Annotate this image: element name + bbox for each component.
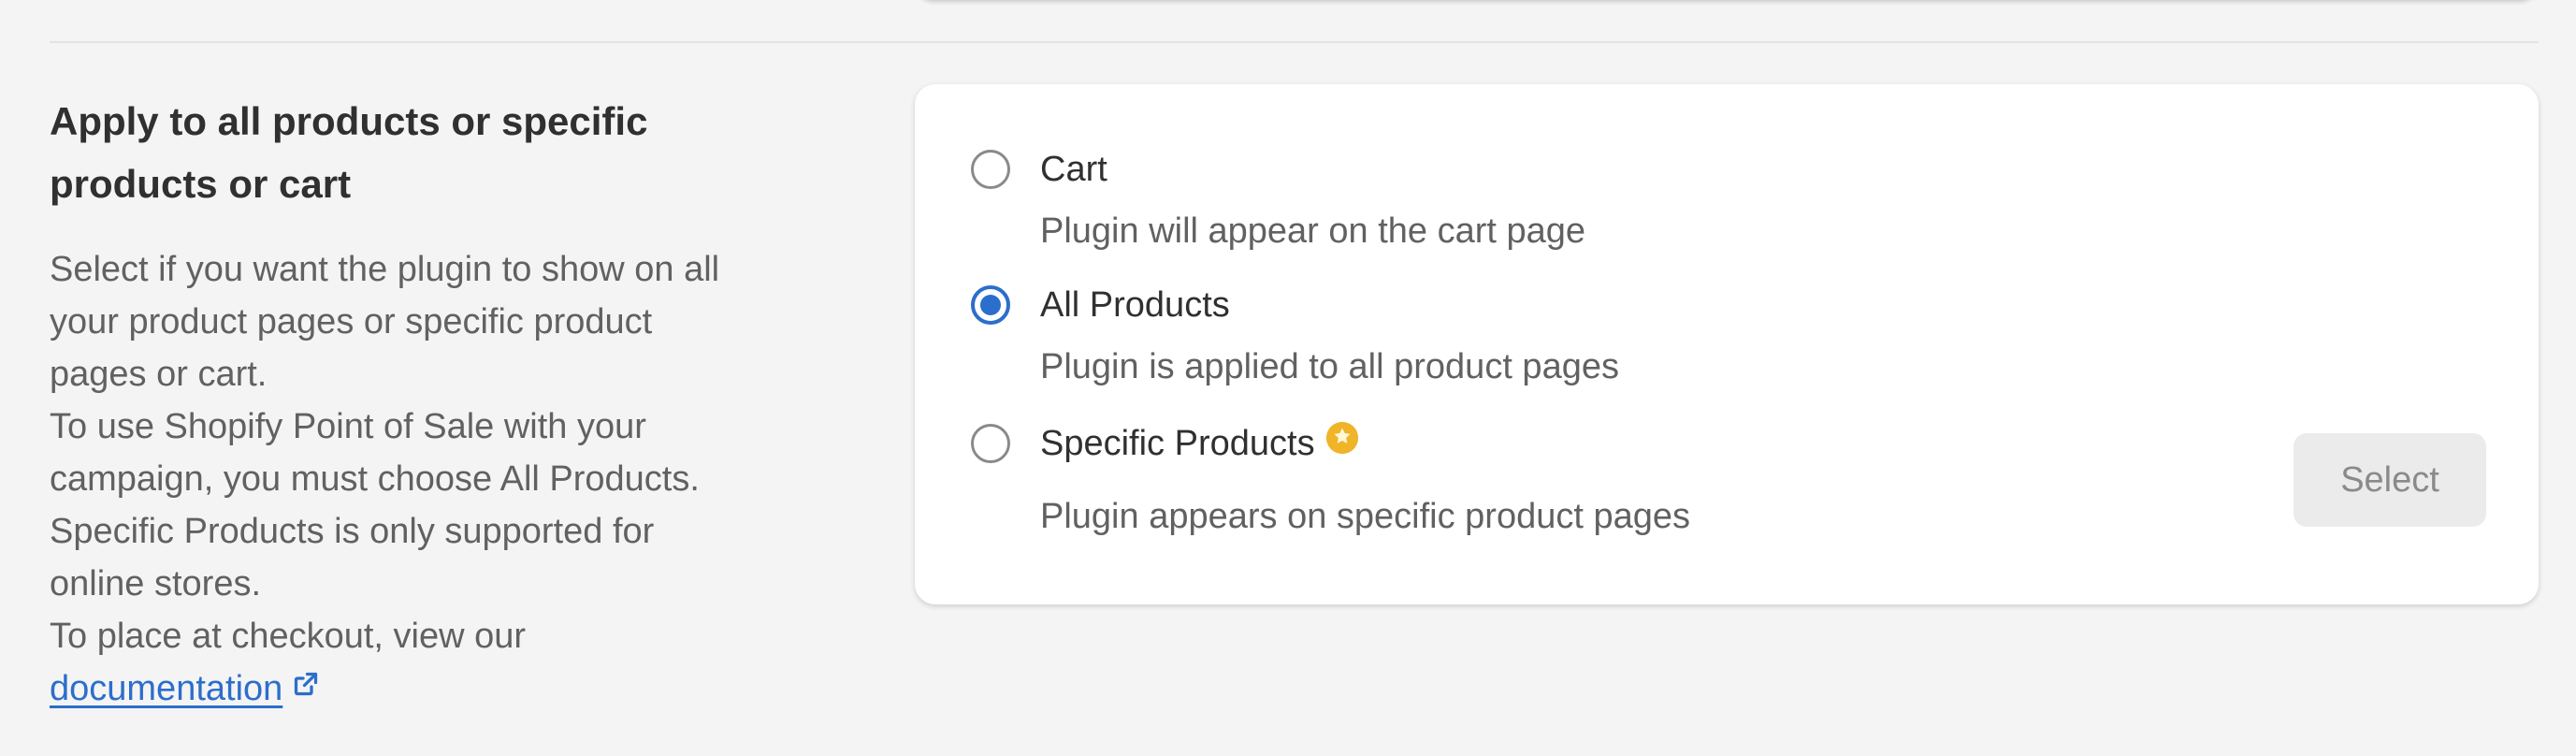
- option-label[interactable]: All Products: [1040, 285, 1230, 325]
- description-line: campaign, you must choose All Products.: [50, 459, 700, 499]
- section-divider: [50, 41, 2539, 43]
- section-title: Apply to all products or specific produc…: [50, 90, 798, 215]
- section-title-line-2: products or cart: [50, 162, 352, 206]
- description-line: your product pages or specific product: [50, 302, 653, 342]
- option-help-text: Plugin is applied to all product pages: [1040, 347, 1619, 386]
- option-label-wrapper[interactable]: Specific Products: [1040, 422, 1360, 464]
- section-description: Select if you want the plugin to show on…: [50, 243, 798, 715]
- description-line: online stores.: [50, 564, 262, 603]
- description-line: Specific Products is only supported for: [50, 512, 655, 551]
- description-line: To place at checkout, view our: [50, 617, 527, 656]
- description-line: To use Shopify Point of Sale with your: [50, 407, 646, 446]
- select-products-button[interactable]: Select: [2294, 433, 2486, 527]
- option-help-text: Plugin appears on specific product pages: [1040, 497, 1691, 536]
- external-link-icon[interactable]: [292, 661, 320, 713]
- section-annotation: Apply to all products or specific produc…: [50, 90, 798, 715]
- option-label[interactable]: Cart: [1040, 150, 1107, 189]
- specific-products-radio[interactable]: [971, 424, 1010, 463]
- cart-radio[interactable]: [971, 150, 1010, 189]
- apply-to-card: Cart Plugin will appear on the cart page…: [915, 84, 2539, 604]
- option-label[interactable]: Specific Products: [1040, 424, 1315, 463]
- description-line: pages or cart.: [50, 355, 268, 394]
- premium-star-icon: [1324, 420, 1360, 464]
- documentation-line: documentation: [50, 662, 798, 715]
- option-help-text: Plugin will appear on the cart page: [1040, 211, 1586, 251]
- description-line: Select if you want the plugin to show on…: [50, 250, 720, 289]
- section-title-line-1: Apply to all products or specific: [50, 99, 648, 143]
- all-products-radio[interactable]: [971, 285, 1010, 325]
- documentation-link[interactable]: documentation: [50, 669, 282, 708]
